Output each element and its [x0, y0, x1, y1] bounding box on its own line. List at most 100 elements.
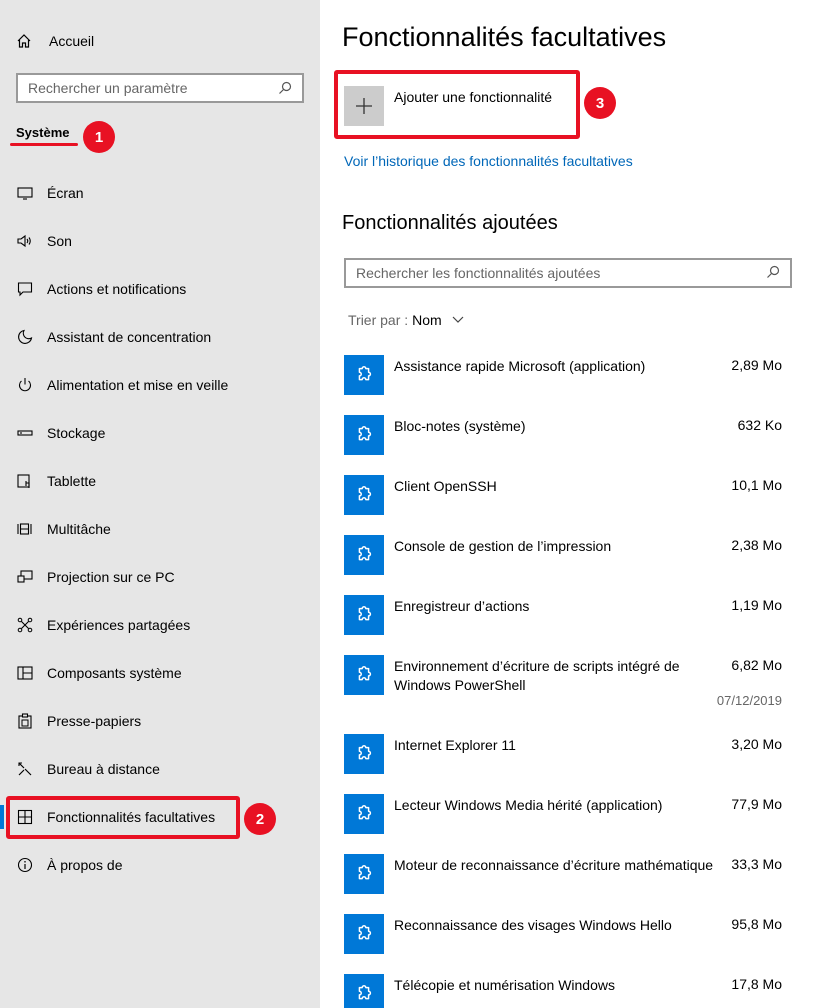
home-link[interactable]: Accueil — [16, 30, 94, 52]
feature-item[interactable]: Assistance rapide Microsoft (application… — [344, 355, 784, 395]
info-icon — [16, 856, 34, 874]
feature-install-date: 07/12/2019 — [716, 693, 782, 708]
puzzle-piece-icon — [344, 655, 384, 695]
annotation-badge-2: 2 — [244, 803, 276, 835]
sidebar-item-label: Écran — [47, 185, 84, 201]
remote-desktop-icon — [16, 760, 34, 778]
sidebar-item-label: Son — [47, 233, 72, 249]
feature-name: Enregistreur d’actions — [394, 598, 530, 614]
feature-name: Reconnaissance des visages Windows Hello — [394, 917, 672, 933]
sidebar-item-son[interactable]: Son — [0, 221, 320, 261]
sidebar: Accueil Rechercher un paramètre Système … — [0, 0, 320, 1008]
sidebar-item-tablette[interactable]: Tablette — [0, 461, 320, 501]
sidebar-item-label: Multitâche — [47, 521, 111, 537]
sidebar-item-composants-systeme[interactable]: Composants système — [0, 653, 320, 693]
feature-name: Internet Explorer 11 — [394, 737, 516, 753]
sidebar-item-alimentation[interactable]: Alimentation et mise en veille — [0, 365, 320, 405]
annotation-underline — [10, 143, 78, 146]
sidebar-item-label: Composants système — [47, 665, 182, 681]
sidebar-item-presse-papiers[interactable]: Presse-papiers — [0, 701, 320, 741]
projection-icon — [16, 568, 34, 586]
sidebar-item-label: Actions et notifications — [47, 281, 187, 297]
feature-item[interactable]: Lecteur Windows Media hérité (applicatio… — [344, 794, 784, 834]
components-icon — [16, 664, 34, 682]
feature-name: Environnement d’écriture de scripts inté… — [394, 658, 680, 693]
sidebar-item-label: À propos de — [47, 857, 123, 873]
feature-item[interactable]: Console de gestion de l’impression 2,38 M… — [344, 535, 784, 575]
sidebar-item-assistant-concentration[interactable]: Assistant de concentration — [0, 317, 320, 357]
home-label: Accueil — [49, 33, 95, 49]
puzzle-piece-icon — [344, 974, 384, 1008]
feature-item[interactable]: Bloc-notes (système) 632 Ko — [344, 415, 784, 455]
tablet-icon — [16, 472, 34, 490]
feature-size: 3,20 Mo — [731, 736, 782, 752]
puzzle-piece-icon — [344, 595, 384, 635]
feature-size: 2,89 Mo — [731, 357, 782, 373]
storage-icon — [16, 424, 34, 442]
feature-size: 33,3 Mo — [731, 856, 782, 872]
sidebar-item-label: Stockage — [47, 425, 106, 441]
annotation-box-3 — [334, 70, 580, 139]
settings-search-placeholder: Rechercher un paramètre — [28, 80, 188, 96]
puzzle-piece-icon — [344, 355, 384, 395]
feature-size: 2,38 Mo — [731, 537, 782, 553]
puzzle-piece-icon — [344, 854, 384, 894]
speaker-icon — [16, 232, 34, 250]
home-icon — [16, 33, 32, 49]
sidebar-item-projection[interactable]: Projection sur ce PC — [0, 557, 320, 597]
sort-label: Trier par : — [348, 312, 409, 328]
multitask-icon — [16, 520, 34, 538]
feature-item[interactable]: Reconnaissance des visages Windows Hello… — [344, 914, 784, 954]
puzzle-piece-icon — [344, 794, 384, 834]
settings-search-input[interactable]: Rechercher un paramètre — [16, 73, 304, 103]
sidebar-item-label: Bureau à distance — [47, 761, 160, 777]
search-icon[interactable] — [766, 265, 780, 282]
sort-value: Nom — [412, 312, 442, 328]
shared-icon — [16, 616, 34, 634]
feature-size: 95,8 Mo — [731, 916, 782, 932]
sidebar-item-bureau-distance[interactable]: Bureau à distance — [0, 749, 320, 789]
annotation-box-2 — [6, 796, 240, 839]
feature-item[interactable]: Télécopie et numérisation Windows 17,8 Mo — [344, 974, 784, 1008]
sidebar-item-experiences-partagees[interactable]: Expériences partagées — [0, 605, 320, 645]
puzzle-piece-icon — [344, 535, 384, 575]
feature-size: 17,8 Mo — [731, 976, 782, 992]
feature-item[interactable]: Moteur de reconnaissance d’écriture math… — [344, 854, 784, 894]
sidebar-item-actions-notifications[interactable]: Actions et notifications — [0, 269, 320, 309]
moon-icon — [16, 328, 34, 346]
puzzle-piece-icon — [344, 475, 384, 515]
feature-size: 10,1 Mo — [731, 477, 782, 493]
sidebar-item-ecran[interactable]: Écran — [0, 173, 320, 213]
feature-size: 1,19 Mo — [731, 597, 782, 613]
feature-size: 632 Ko — [737, 417, 782, 433]
power-icon — [16, 376, 34, 394]
feature-item[interactable]: Enregistreur d’actions 1,19 Mo — [344, 595, 784, 635]
feature-name: Télécopie et numérisation Windows — [394, 977, 615, 993]
page-title: Fonctionnalités facultatives — [342, 22, 667, 52]
feature-name: Client OpenSSH — [394, 478, 497, 494]
features-search-input[interactable]: Rechercher les fonctionnalités ajoutées — [344, 258, 792, 288]
section-label-systeme: Système — [16, 125, 70, 140]
sidebar-item-stockage[interactable]: Stockage — [0, 413, 320, 453]
sidebar-item-label: Alimentation et mise en veille — [47, 377, 229, 393]
sidebar-item-label: Assistant de concentration — [47, 329, 212, 345]
annotation-badge-3: 3 — [584, 87, 616, 119]
sidebar-item-label: Expériences partagées — [47, 617, 191, 633]
feature-name: Assistance rapide Microsoft (application… — [394, 358, 646, 374]
sidebar-item-multitache[interactable]: Multitâche — [0, 509, 320, 549]
feature-name: Lecteur Windows Media hérité (applicatio… — [394, 797, 663, 813]
search-icon[interactable] — [278, 81, 292, 95]
feature-item[interactable]: Internet Explorer 11 3,20 Mo — [344, 734, 784, 774]
sidebar-item-a-propos[interactable]: À propos de — [0, 845, 320, 885]
sort-dropdown[interactable]: Trier par : Nom — [348, 312, 464, 328]
clipboard-icon — [16, 712, 34, 730]
chevron-down-icon — [452, 316, 464, 324]
notification-icon — [16, 280, 34, 298]
history-link[interactable]: Voir l’historique des fonctionnalités fa… — [344, 153, 633, 169]
feature-item[interactable]: Client OpenSSH 10,1 Mo — [344, 475, 784, 515]
feature-name: Console de gestion de l’impression — [394, 538, 612, 554]
feature-item[interactable]: Environnement d’écriture de scripts inté… — [344, 655, 784, 708]
annotation-badge-1: 1 — [83, 121, 115, 153]
puzzle-piece-icon — [344, 914, 384, 954]
features-search-placeholder: Rechercher les fonctionnalités ajoutées — [356, 265, 601, 281]
